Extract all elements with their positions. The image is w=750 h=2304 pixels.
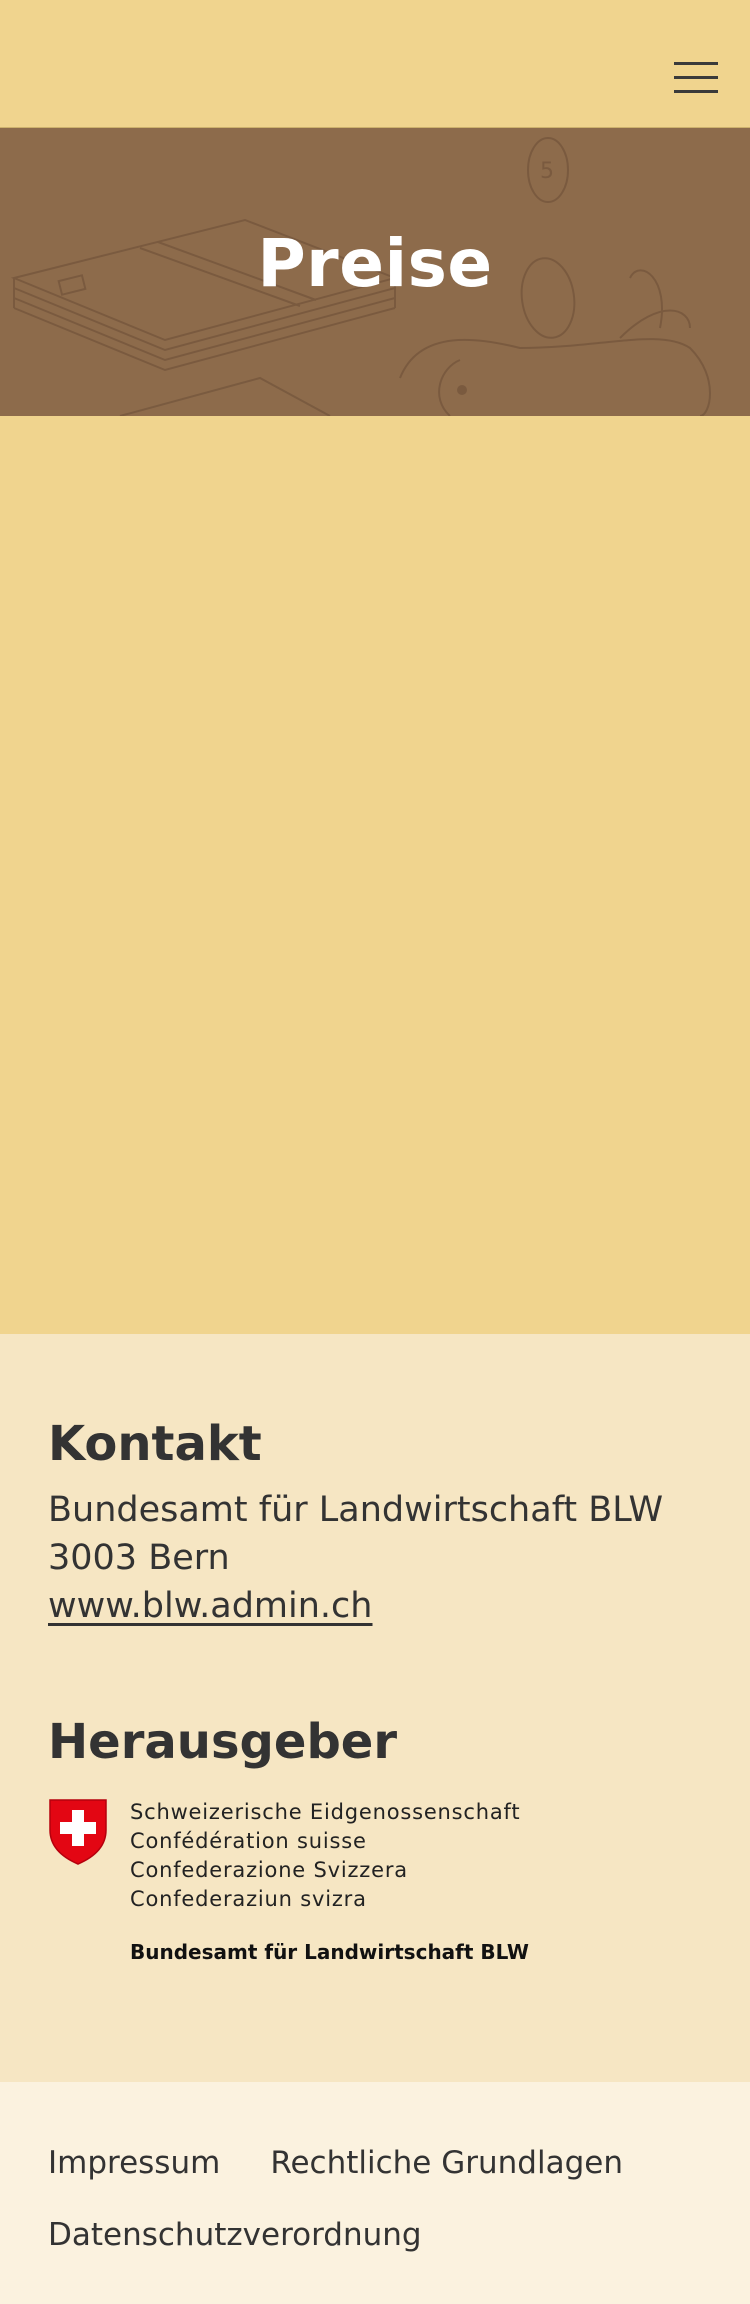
contact-heading: Kontakt: [48, 1416, 262, 1472]
logo-line: Schweizerische Eidgenossenschaft: [130, 1800, 521, 1824]
publisher-heading: Herausgeber: [48, 1714, 398, 1770]
legal-basis-link[interactable]: Rechtliche Grundlagen: [270, 2132, 623, 2194]
logo-line: Confederaziun svizra: [130, 1887, 367, 1911]
logo-office-name: Bundesamt für Landwirtschaft BLW: [130, 1940, 529, 1964]
privacy-link[interactable]: Datenschutzverordnung: [48, 2204, 422, 2266]
website-link[interactable]: www.blw.admin.ch: [48, 1586, 373, 1626]
impressum-link[interactable]: Impressum: [48, 2132, 220, 2194]
logo-line: Confederazione Svizzera: [130, 1858, 408, 1882]
menu-line: [674, 62, 718, 65]
footer-links-row: Impressum Rechtliche Grundlagen: [48, 2132, 702, 2194]
logo-text: Schweizerische Eidgenossenschaft Confédé…: [130, 1798, 520, 1914]
menu-line: [674, 90, 718, 93]
footer-info: Kontakt Bundesamt für Landwirtschaft BLW…: [0, 1334, 750, 2082]
menu-line: [674, 76, 718, 79]
hamburger-menu-icon[interactable]: [674, 60, 718, 96]
hero-banner: 5 Preise: [0, 128, 750, 416]
contact-office: Bundesamt für Landwirtschaft BLW: [48, 1490, 664, 1530]
footer-links-row: Datenschutzverordnung: [48, 2204, 702, 2266]
main-content-area: [0, 416, 750, 1334]
publisher-section: Herausgeber Schweizerische Eidgenossensc…: [48, 1712, 702, 1998]
contact-block: Bundesamt für Landwirtschaft BLW 3003 Be…: [48, 1486, 702, 1630]
swiss-confederation-logo: Schweizerische Eidgenossenschaft Confédé…: [48, 1798, 702, 1998]
page-title: Preise: [257, 224, 493, 302]
logo-line: Confédération suisse: [130, 1829, 367, 1853]
contact-city: 3003 Bern: [48, 1538, 230, 1578]
swiss-coat-of-arms-icon: [49, 1799, 107, 1865]
footer-links-bar: Impressum Rechtliche Grundlagen Datensch…: [0, 2082, 750, 2304]
top-bar: [0, 0, 750, 128]
